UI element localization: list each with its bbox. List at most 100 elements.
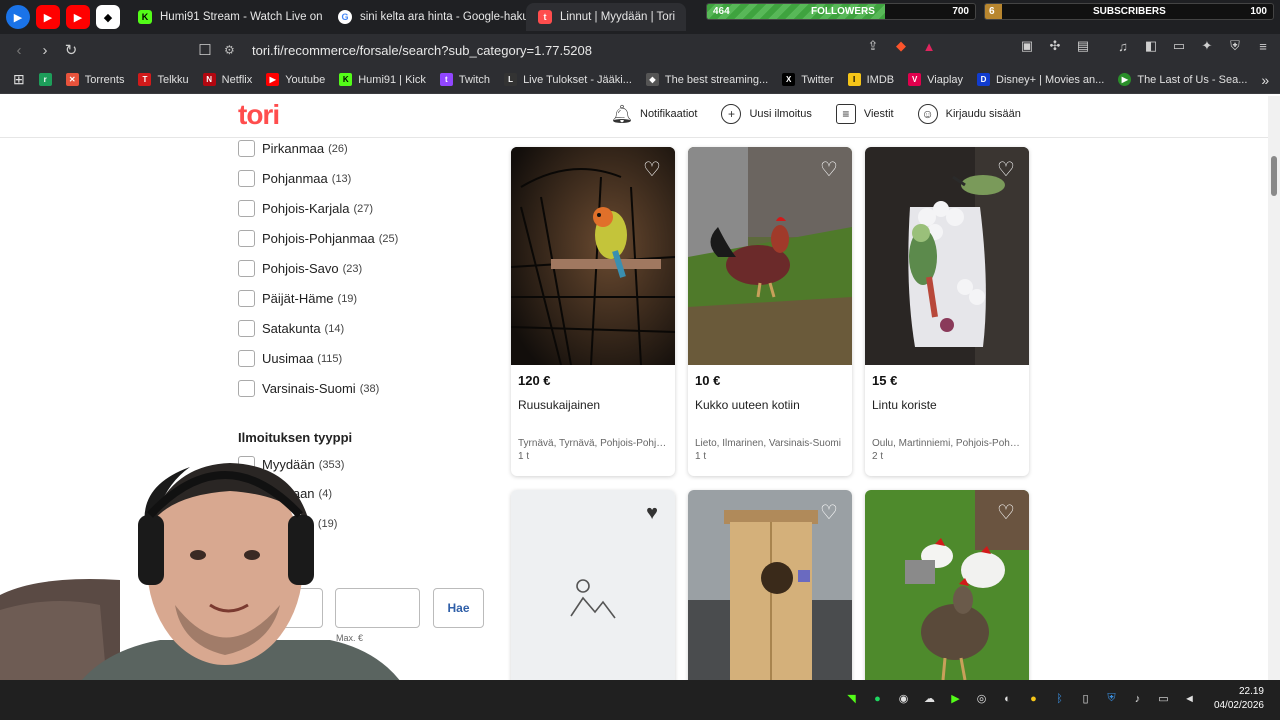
app-tray-icon[interactable]: ● bbox=[1025, 690, 1042, 707]
listing-card[interactable]: ♡ bbox=[865, 490, 1029, 680]
spotify-icon[interactable]: ● bbox=[869, 690, 886, 707]
address-bar[interactable]: ⚙ tori.fi/recommerce/forsale/search?sub_… bbox=[224, 37, 964, 63]
region-filter-pohjois-karjala[interactable]: Pohjois-Karjala (27) bbox=[238, 200, 373, 217]
bookmark-imdb[interactable]: I IMDB bbox=[843, 73, 900, 86]
region-filter-uusimaa[interactable]: Uusimaa (115) bbox=[238, 350, 342, 367]
reader-mode-icon[interactable]: ▤ bbox=[1074, 37, 1092, 55]
usb-icon[interactable]: ▯ bbox=[1077, 690, 1094, 707]
bookmark-youtube[interactable]: ▶ Youtube bbox=[261, 73, 330, 86]
bookmark-viaplay[interactable]: V Viaplay bbox=[903, 73, 968, 86]
region-filter-paijat-hame[interactable]: Päijät-Häme (19) bbox=[238, 290, 357, 307]
bookmark-r[interactable]: r bbox=[34, 73, 57, 86]
checkbox[interactable] bbox=[238, 200, 255, 217]
obs-icon[interactable]: ◎ bbox=[973, 690, 990, 707]
checkbox[interactable] bbox=[238, 260, 255, 277]
tab-tori[interactable]: t Linnut | Myydään | Tori bbox=[526, 3, 686, 31]
vpn-icon[interactable]: ⛨ bbox=[1226, 37, 1244, 55]
brave-shield-icon[interactable]: ◆ bbox=[892, 37, 910, 55]
bookmark-last-of-us[interactable]: ▶ The Last of Us - Sea... bbox=[1113, 73, 1252, 86]
extensions-icon[interactable]: ✣ bbox=[1046, 37, 1064, 55]
region-filter-satakunta[interactable]: Satakunta (14) bbox=[238, 320, 344, 337]
taskbar-clock[interactable]: 22.19 04/02/2026 bbox=[1214, 685, 1264, 713]
favorite-heart-icon[interactable]: ♡ bbox=[995, 502, 1017, 524]
bookmark-telkku[interactable]: T Telkku bbox=[133, 73, 193, 86]
reload-icon[interactable]: ↻ bbox=[58, 37, 84, 63]
listing-card[interactable]: ♡ 10 € Kukko uuteen kotiin Lieto, Ilmari… bbox=[688, 147, 852, 476]
messages-link[interactable]: ≡ Viestit bbox=[835, 104, 894, 124]
checkbox[interactable] bbox=[238, 380, 255, 397]
sidebar-icon[interactable]: ◧ bbox=[1142, 37, 1160, 55]
bookmark-disney[interactable]: D Disney+ | Movies an... bbox=[972, 73, 1109, 86]
bookmark-twitch[interactable]: t Twitch bbox=[435, 73, 495, 86]
listing-card[interactable]: ♥ bbox=[511, 490, 675, 680]
bookmark-live-tulokset[interactable]: L Live Tulokset - Jääki... bbox=[499, 73, 637, 86]
tab-kick[interactable]: K Humi91 Stream - Watch Live on Kick bbox=[126, 3, 326, 31]
region-filter-pirkanmaa[interactable]: Pirkanmaa (26) bbox=[238, 140, 348, 157]
favorite-heart-icon[interactable]: ♡ bbox=[818, 159, 840, 181]
pinned-tab-youtube-2[interactable]: ▶ bbox=[66, 5, 90, 29]
new-listing-link[interactable]: + Uusi ilmoitus bbox=[721, 104, 812, 124]
listing-title[interactable]: Lintu koriste bbox=[872, 398, 937, 412]
search-button[interactable]: Hae bbox=[433, 588, 484, 628]
listing-image[interactable]: ♡ bbox=[688, 147, 852, 365]
bluetooth-icon[interactable]: ᛒ bbox=[1051, 690, 1068, 707]
listing-title[interactable]: Kukko uuteen kotiin bbox=[695, 398, 800, 412]
checkbox[interactable] bbox=[238, 140, 255, 157]
volume-icon[interactable]: ◄ bbox=[1181, 690, 1198, 707]
listing-image-placeholder[interactable]: ♥ bbox=[511, 490, 675, 680]
bookmark-torrents[interactable]: ✕ Torrents bbox=[61, 73, 130, 86]
share-icon[interactable]: ⇪ bbox=[864, 37, 882, 55]
play-icon[interactable]: ▶ bbox=[947, 690, 964, 707]
notifications-link[interactable]: 🔔︎ Notifikaatiot bbox=[611, 104, 698, 124]
more-bookmarks-icon[interactable]: » bbox=[1256, 72, 1274, 88]
tori-logo[interactable]: tori bbox=[238, 99, 280, 131]
listing-image[interactable]: ♡ bbox=[688, 490, 852, 680]
menu-icon[interactable]: ≡ bbox=[1254, 37, 1272, 55]
pinned-tab-app[interactable]: ▶ bbox=[6, 5, 30, 29]
back-icon[interactable]: ‹ bbox=[6, 37, 32, 63]
screenshot-icon[interactable]: ▣ bbox=[1018, 37, 1036, 55]
favorite-heart-icon[interactable]: ♡ bbox=[641, 159, 663, 181]
bookmark-icon[interactable]: ☐ bbox=[192, 37, 218, 63]
scrollbar-thumb[interactable] bbox=[1271, 156, 1277, 196]
apps-icon[interactable]: ⊞ bbox=[8, 71, 30, 88]
kick-tray-icon[interactable]: ◥ bbox=[843, 690, 860, 707]
bookmark-netflix[interactable]: N Netflix bbox=[198, 73, 258, 86]
checkbox[interactable] bbox=[238, 290, 255, 307]
listing-image[interactable]: ♡ bbox=[511, 147, 675, 365]
leo-ai-icon[interactable]: ✦ bbox=[1198, 37, 1216, 55]
listing-card[interactable]: ♡ 15 € Lintu koriste Oulu, Martinniemi, … bbox=[865, 147, 1029, 476]
security-icon[interactable]: ⛨ bbox=[1103, 690, 1120, 707]
region-filter-varsinais-suomi[interactable]: Varsinais-Suomi (38) bbox=[238, 380, 379, 397]
streamlabs-icon[interactable]: ◐ bbox=[999, 690, 1016, 707]
login-link[interactable]: ☺ Kirjaudu sisään bbox=[917, 104, 1021, 124]
bookmark-streaming[interactable]: ◆ The best streaming... bbox=[641, 73, 773, 86]
checkbox[interactable] bbox=[238, 170, 255, 187]
microphone-icon[interactable]: ♪ bbox=[1129, 690, 1146, 707]
region-filter-pohjanmaa[interactable]: Pohjanmaa (13) bbox=[238, 170, 351, 187]
listing-card[interactable]: ♡ 120 € Ruusukaijainen Tyrnävä, Tyrnävä,… bbox=[511, 147, 675, 476]
favorite-heart-icon[interactable]: ♡ bbox=[818, 502, 840, 524]
tab-google[interactable]: G sini kelta ara hinta - Google-haku bbox=[326, 3, 526, 31]
page-scrollbar[interactable] bbox=[1268, 96, 1280, 680]
cloud-icon[interactable]: ☁ bbox=[921, 690, 938, 707]
discord-icon[interactable]: ◉ bbox=[895, 690, 912, 707]
listing-title[interactable]: Ruusukaijainen bbox=[518, 398, 600, 412]
checkbox[interactable] bbox=[238, 320, 255, 337]
listing-image[interactable]: ♡ bbox=[865, 147, 1029, 365]
network-icon[interactable]: ▭ bbox=[1155, 690, 1172, 707]
forward-icon[interactable]: › bbox=[32, 37, 58, 63]
pinned-tab-youtube[interactable]: ▶ bbox=[36, 5, 60, 29]
brave-rewards-icon[interactable]: ▲ bbox=[920, 37, 938, 55]
site-info-icon[interactable]: ⚙ bbox=[224, 43, 240, 57]
media-icon[interactable]: ♫ bbox=[1114, 37, 1132, 55]
bookmark-twitter[interactable]: X Twitter bbox=[777, 73, 838, 86]
checkbox[interactable] bbox=[238, 350, 255, 367]
wallet-icon[interactable]: ▭ bbox=[1170, 37, 1188, 55]
region-filter-pohjois-pohjanmaa[interactable]: Pohjois-Pohjanmaa (25) bbox=[238, 230, 398, 247]
listing-card[interactable]: ♡ bbox=[688, 490, 852, 680]
pinned-tab-extension[interactable]: ◆ bbox=[96, 5, 120, 29]
favorite-heart-icon[interactable]: ♡ bbox=[995, 159, 1017, 181]
favorite-heart-icon[interactable]: ♥ bbox=[641, 502, 663, 524]
bookmark-kick[interactable]: K Humi91 | Kick bbox=[334, 73, 431, 86]
